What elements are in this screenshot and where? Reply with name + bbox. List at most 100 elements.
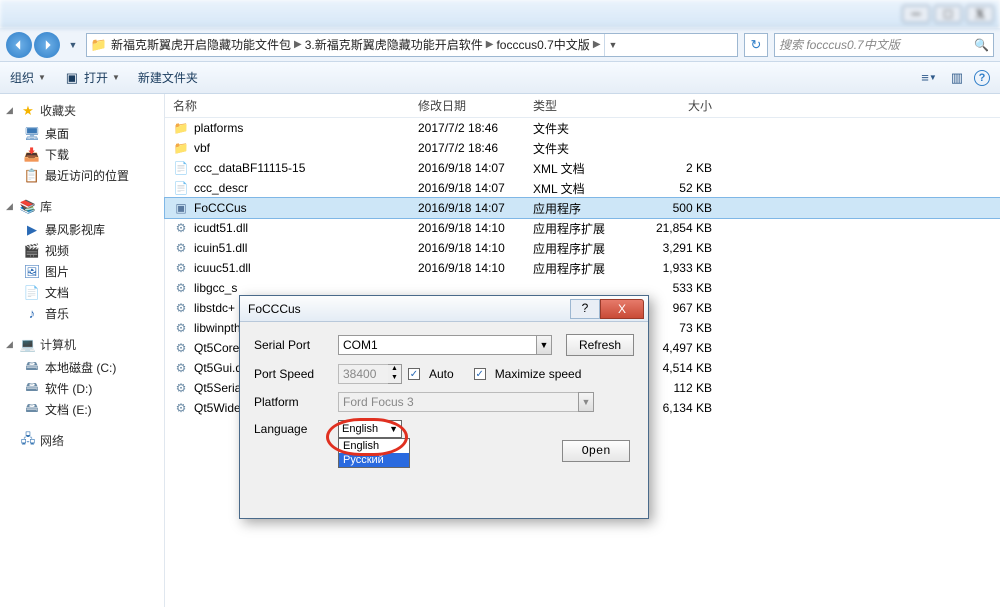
file-size: 73 KB (640, 321, 720, 335)
drive-icon: 🖴 (24, 381, 40, 397)
nav-forward-button[interactable] (34, 32, 60, 58)
file-size: 533 KB (640, 281, 720, 295)
column-header-type[interactable]: 类型 (525, 97, 640, 114)
window-minimize-button[interactable]: ─ (902, 5, 930, 23)
nav-back-button[interactable] (6, 32, 32, 58)
sidebar: ◢★收藏夹 🖥桌面 📥下载 📋最近访问的位置 ◢📚库 ▶暴风影视库 🎬视频 🖼图… (0, 94, 165, 607)
toolbar: 组织▼ ▣打开▼ 新建文件夹 ≡ ▼ ▥ ? (0, 62, 1000, 94)
sidebar-libraries-header[interactable]: ◢📚库 (6, 198, 158, 215)
column-header-date[interactable]: 修改日期 (410, 97, 525, 114)
help-icon[interactable]: ? (974, 70, 990, 86)
sidebar-item-baofeng[interactable]: ▶暴风影视库 (6, 219, 158, 240)
dialog-title: FoCCCus (248, 302, 570, 316)
sidebar-computer-header[interactable]: ◢💻计算机 (6, 336, 158, 353)
chevron-down-icon: ▼ (389, 424, 398, 434)
file-size: 2 KB (640, 161, 720, 175)
window-close-button[interactable]: X (966, 5, 994, 23)
nav-refresh-button[interactable]: ↻ (744, 33, 768, 57)
language-combo[interactable]: English▼ English Русский (338, 420, 402, 438)
pictures-icon: 🖼 (24, 264, 40, 280)
file-date: 2016/9/18 14:10 (410, 241, 525, 255)
dialog-titlebar[interactable]: FoCCCus ? X (240, 296, 648, 322)
table-row[interactable]: 📁platforms2017/7/2 18:46文件夹 (165, 118, 1000, 138)
library-icon: 📚 (20, 199, 36, 215)
breadcrumb-segment[interactable]: 3.新福克斯翼虎隐藏功能开启软件 (305, 36, 483, 53)
column-header-size[interactable]: 大小 (640, 97, 720, 114)
sidebar-item-drive-d[interactable]: 🖴软件 (D:) (6, 378, 158, 399)
preview-pane-button[interactable]: ▥ (946, 68, 968, 88)
table-row[interactable]: ⚙icuuc51.dll2016/9/18 14:10应用程序扩展1,933 K… (165, 258, 1000, 278)
language-option-english[interactable]: English (339, 439, 409, 453)
language-option-russian[interactable]: Русский (339, 453, 409, 467)
search-icon: 🔍 (974, 38, 989, 52)
platform-combo[interactable]: ▼ (338, 392, 594, 412)
exe-icon: ▣ (173, 200, 189, 216)
file-size: 3,291 KB (640, 241, 720, 255)
file-date: 2017/7/2 18:46 (410, 121, 525, 135)
table-row[interactable]: 📄ccc_dataBF11115-152016/9/18 14:07XML 文档… (165, 158, 1000, 178)
file-name: FoCCCus (194, 201, 247, 215)
sidebar-item-drive-c[interactable]: 🖴本地磁盘 (C:) (6, 357, 158, 378)
column-headers: 名称 修改日期 类型 大小 (165, 94, 1000, 118)
table-row[interactable]: 📁vbf2017/7/2 18:46文件夹 (165, 138, 1000, 158)
dialog-close-button[interactable]: X (600, 299, 644, 319)
file-name: vbf (194, 141, 210, 155)
sidebar-item-recent[interactable]: 📋最近访问的位置 (6, 165, 158, 186)
maximize-checkbox[interactable]: ✓ (474, 368, 486, 380)
serial-port-input[interactable] (338, 335, 536, 355)
new-folder-button[interactable]: 新建文件夹 (138, 69, 198, 86)
breadcrumb-segment[interactable]: 新福克斯翼虎开启隐藏功能文件包 (111, 36, 291, 53)
window-titlebar: ─ □ X (0, 0, 1000, 28)
file-name: icuuc51.dll (194, 261, 251, 275)
serial-port-combo[interactable]: ▼ (338, 335, 552, 355)
sidebar-item-desktop[interactable]: 🖥桌面 (6, 123, 158, 144)
music-icon: ♪ (24, 306, 40, 322)
view-options-button[interactable]: ≡ ▼ (918, 68, 940, 88)
dll-icon: ⚙ (173, 320, 189, 336)
breadcrumb[interactable]: 📁 新福克斯翼虎开启隐藏功能文件包▶ 3.新福克斯翼虎隐藏功能开启软件▶ foc… (86, 33, 738, 57)
spinner-buttons[interactable]: ▲▼ (388, 364, 402, 384)
open-button[interactable]: Open (562, 440, 630, 462)
breadcrumb-dropdown[interactable]: ▼ (604, 34, 622, 56)
sidebar-item-documents[interactable]: 📄文档 (6, 282, 158, 303)
maximize-label: Maximize speed (495, 367, 582, 381)
file-name: Qt5Core (194, 341, 239, 355)
column-header-name[interactable]: 名称 (165, 97, 410, 114)
sidebar-item-pictures[interactable]: 🖼图片 (6, 261, 158, 282)
search-input[interactable]: 搜索 focccus0.7中文版 🔍 (774, 33, 994, 57)
auto-checkbox[interactable]: ✓ (408, 368, 420, 380)
documents-icon: 📄 (24, 285, 40, 301)
sidebar-item-downloads[interactable]: 📥下载 (6, 144, 158, 165)
chevron-down-icon[interactable]: ▼ (536, 335, 552, 355)
star-icon: ★ (20, 103, 36, 119)
table-row[interactable]: ⚙icuin51.dll2016/9/18 14:10应用程序扩展3,291 K… (165, 238, 1000, 258)
file-date: 2016/9/18 14:07 (410, 201, 525, 215)
sidebar-item-music[interactable]: ♪音乐 (6, 303, 158, 324)
dialog-help-button[interactable]: ? (570, 299, 600, 319)
sidebar-favorites-header[interactable]: ◢★收藏夹 (6, 102, 158, 119)
file-name: libwinpth (194, 321, 241, 335)
nav-bar: ▼ 📁 新福克斯翼虎开启隐藏功能文件包▶ 3.新福克斯翼虎隐藏功能开启软件▶ f… (0, 28, 1000, 62)
sidebar-item-video[interactable]: 🎬视频 (6, 240, 158, 261)
file-size: 52 KB (640, 181, 720, 195)
folder-icon: 📁 (173, 120, 189, 136)
window-maximize-button[interactable]: □ (934, 5, 962, 23)
refresh-button[interactable]: Refresh (566, 334, 634, 356)
nav-history-dropdown[interactable]: ▼ (66, 32, 80, 58)
focccus-dialog: FoCCCus ? X Serial Port ▼ Refresh Port S… (239, 295, 649, 519)
dll-icon: ⚙ (173, 220, 189, 236)
file-name: libgcc_s (194, 281, 237, 295)
file-date: 2016/9/18 14:07 (410, 161, 525, 175)
sidebar-network-header[interactable]: ◢🖧网络 (6, 432, 158, 449)
file-size: 6,134 KB (640, 401, 720, 415)
table-row[interactable]: ▣FoCCCus2016/9/18 14:07应用程序500 KB (165, 198, 1000, 218)
table-row[interactable]: ⚙icudt51.dll2016/9/18 14:10应用程序扩展21,854 … (165, 218, 1000, 238)
serial-port-label: Serial Port (254, 338, 332, 352)
open-button[interactable]: ▣打开▼ (64, 69, 120, 86)
table-row[interactable]: 📄ccc_descr2016/9/18 14:07XML 文档52 KB (165, 178, 1000, 198)
breadcrumb-segment[interactable]: focccus0.7中文版 (496, 36, 589, 53)
organize-menu[interactable]: 组织▼ (10, 69, 46, 86)
port-speed-spinner[interactable]: ▲▼ (338, 364, 402, 384)
sidebar-item-drive-e[interactable]: 🖴文档 (E:) (6, 399, 158, 420)
chevron-right-icon: ▶ (593, 39, 601, 50)
